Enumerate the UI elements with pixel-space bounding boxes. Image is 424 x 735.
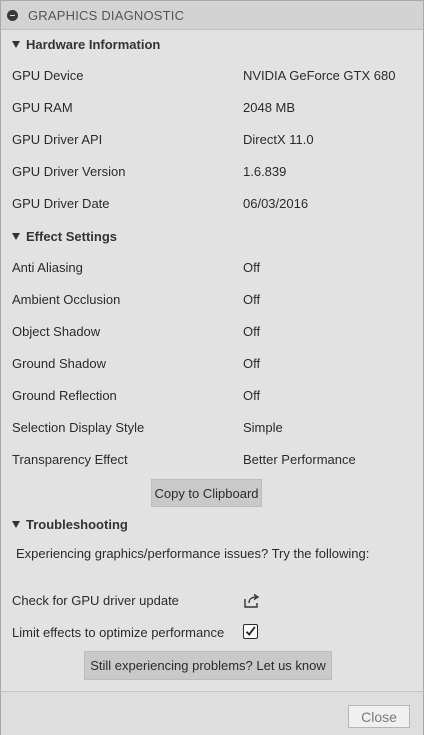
row-label: Ground Shadow	[12, 356, 106, 371]
hardware-row: GPU RAM 2048 MB	[1, 98, 423, 118]
checkmark-icon	[245, 626, 256, 636]
row-label: GPU RAM	[12, 100, 73, 115]
limit-effects-checkbox[interactable]	[243, 624, 258, 639]
effect-row: Object Shadow Off	[1, 322, 423, 342]
collapse-icon[interactable]	[7, 9, 18, 21]
hardware-row: GPU Driver Version 1.6.839	[1, 162, 423, 182]
row-value: 1.6.839	[243, 164, 287, 179]
title-bar: GRAPHICS DIAGNOSTIC	[1, 1, 423, 30]
row-label: GPU Driver API	[12, 132, 103, 147]
row-value: Better Performance	[243, 452, 356, 467]
copy-to-clipboard-button[interactable]: Copy to Clipboard	[151, 479, 262, 507]
let-us-know-button[interactable]: Still experiencing problems? Let us know	[84, 651, 332, 680]
hardware-row: GPU Driver API DirectX 11.0	[1, 130, 423, 150]
effect-row: Ground Shadow Off	[1, 354, 423, 374]
driver-update-row: Check for GPU driver update	[1, 591, 423, 611]
row-value: 2048 MB	[243, 100, 296, 115]
row-label: Object Shadow	[12, 324, 101, 339]
row-label: Anti Aliasing	[12, 260, 83, 275]
row-label: Ground Reflection	[12, 388, 117, 403]
triangle-down-icon	[12, 232, 20, 240]
panel-title: GRAPHICS DIAGNOSTIC	[28, 7, 185, 23]
section-effects-title: Effect Settings	[26, 228, 118, 244]
row-label: GPU Driver Date	[12, 196, 110, 211]
effect-row: Anti Aliasing Off	[1, 258, 423, 278]
row-label: Ambient Occlusion	[12, 292, 121, 307]
effect-row: Ambient Occlusion Off	[1, 290, 423, 310]
row-value: Off	[243, 292, 261, 307]
row-label: Selection Display Style	[12, 420, 145, 435]
hardware-row: GPU Device NVIDIA GeForce GTX 680	[1, 66, 423, 86]
section-hardware-toggle[interactable]: Hardware Information	[12, 34, 160, 54]
row-value: Off	[243, 388, 261, 403]
row-value: NVIDIA GeForce GTX 680	[243, 68, 396, 83]
driver-update-label: Check for GPU driver update	[12, 593, 179, 608]
row-label: GPU Driver Version	[12, 164, 126, 179]
row-label: GPU Device	[12, 68, 84, 83]
row-label: Transparency Effect	[12, 452, 128, 467]
effect-row: Transparency Effect Better Performance	[1, 450, 423, 470]
external-link-icon[interactable]	[243, 593, 261, 609]
limit-effects-label: Limit effects to optimize performance	[12, 625, 225, 640]
section-effects-toggle[interactable]: Effect Settings	[12, 226, 117, 246]
row-value: Off	[243, 324, 261, 339]
effect-row: Ground Reflection Off	[1, 386, 423, 406]
footer: Close	[1, 691, 423, 735]
limit-effects-row: Limit effects to optimize performance	[1, 623, 423, 643]
section-troubleshooting-toggle[interactable]: Troubleshooting	[12, 514, 128, 534]
graphics-diagnostic-panel: GRAPHICS DIAGNOSTIC Hardware Information…	[0, 0, 424, 735]
close-button[interactable]: Close	[348, 705, 410, 728]
effect-row: Selection Display Style Simple	[1, 418, 423, 438]
row-value: Off	[243, 356, 261, 371]
triangle-down-icon	[12, 520, 20, 528]
triangle-down-icon	[12, 40, 20, 48]
row-value: 06/03/2016	[243, 196, 309, 211]
hardware-row: GPU Driver Date 06/03/2016	[1, 194, 423, 214]
row-value: Off	[243, 260, 261, 275]
row-value: DirectX 11.0	[243, 132, 314, 147]
troubleshooting-note: Experiencing graphics/performance issues…	[16, 546, 370, 561]
row-value: Simple	[243, 420, 283, 435]
section-hardware-title: Hardware Information	[26, 36, 161, 52]
section-troubleshooting-title: Troubleshooting	[26, 516, 128, 532]
